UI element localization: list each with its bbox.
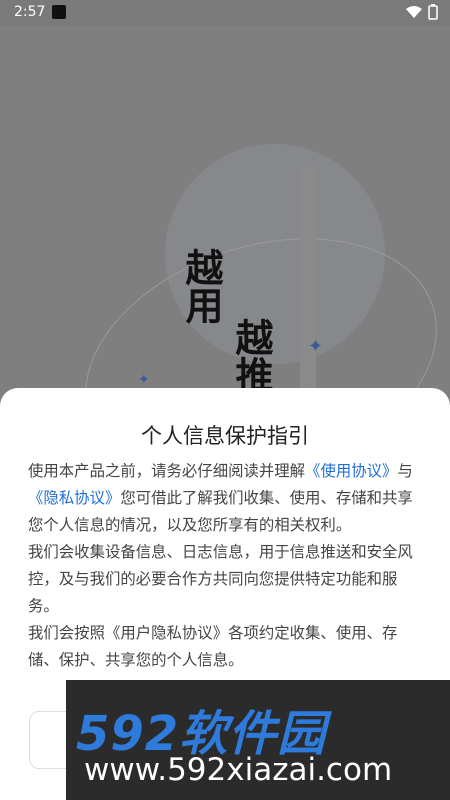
dialog-title: 个人信息保护指引 <box>141 424 309 448</box>
privacy-link[interactable]: 《隐私协议》 <box>28 489 120 507</box>
sparkle-icon: ✦ <box>138 372 150 388</box>
dialog-body: 使用本产品之前，请务必仔细阅读并理解《使用协议》与《隐私协议》您可借此了解我们收… <box>28 458 422 674</box>
splash-text-1: 越用 <box>179 248 224 324</box>
notification-icon <box>52 5 66 19</box>
paragraph-1-intro: 使用本产品之前，请务必仔细阅读并理解 <box>28 462 306 480</box>
paragraph-1: 使用本产品之前，请务必仔细阅读并理解《使用协议》与《隐私协议》您可借此了解我们收… <box>28 458 422 539</box>
status-icons <box>406 4 438 20</box>
status-bar: 2:57 <box>0 0 450 26</box>
watermark-url: www.592xiazai.com <box>84 752 393 788</box>
wifi-icon <box>406 6 422 18</box>
paragraph-1-and: 与 <box>397 462 413 480</box>
status-time: 2:57 <box>14 4 46 20</box>
sparkle-icon: ✦ <box>308 336 324 357</box>
battery-icon <box>428 4 438 20</box>
paragraph-2: 我们会收集设备信息、日志信息，用于信息推送和安全风控，及与我们的必要合作方共同向… <box>28 543 413 615</box>
splash-text-2: 越推 <box>229 318 274 394</box>
paragraph-3: 我们会按照《用户隐私协议》各项约定收集、使用、存储、保护、共享您的个人信息。 <box>28 624 398 669</box>
terms-link[interactable]: 《使用协议》 <box>305 462 397 480</box>
watermark: 592软件园 www.592xiazai.com <box>66 680 450 800</box>
